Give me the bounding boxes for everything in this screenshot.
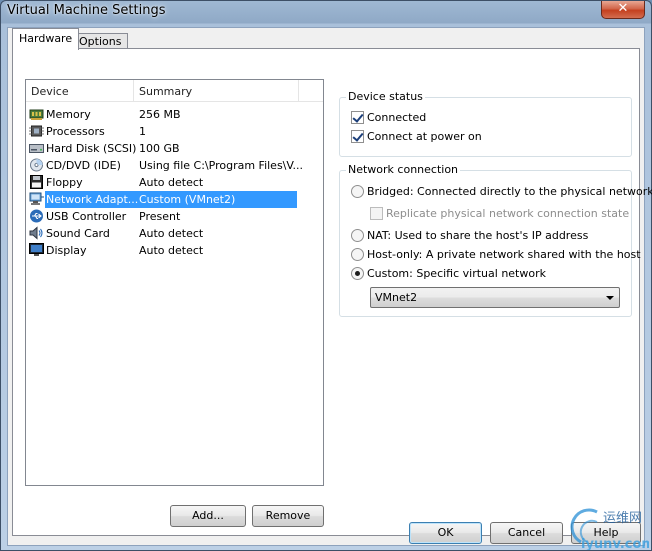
title-bar[interactable]: Virtual Machine Settings ✕ [1,1,651,25]
bridged-label[interactable]: Bridged: Connected directly to the physi… [367,185,652,198]
connected-label[interactable]: Connected [367,111,426,124]
device-name: Display [46,244,87,257]
vm-settings-window: Virtual Machine Settings ✕ Hardware Opti… [0,0,652,551]
close-button[interactable]: ✕ [601,1,645,19]
device-row-processors[interactable]: Processors 1 [26,123,323,140]
bridged-radio[interactable] [351,185,364,198]
site-watermark-logo: 运维网 iyunv.com [570,508,649,550]
dialog-client-area: Hardware Options Device Summary Memory 2… [7,27,652,546]
device-name: Memory [46,108,91,121]
window-title: Virtual Machine Settings [7,3,166,18]
hardware-tab-panel: Device Summary Memory 256 MB Processors … [12,48,652,536]
device-row-floppy[interactable]: Floppy Auto detect [26,174,323,191]
device-status-group: Device status Connected Connect at power… [339,90,632,157]
usb-icon [30,209,43,223]
network-adapter-icon [29,192,44,205]
host-only-radio[interactable] [351,248,364,261]
floppy-icon [30,175,43,189]
add-button[interactable]: Add... [170,505,246,527]
device-summary: 1 [139,125,146,138]
device-summary: 256 MB [139,108,181,121]
device-row-sound-card[interactable]: Sound Card Auto detect [26,225,323,242]
device-list-header: Device Summary [26,80,323,102]
device-name: USB Controller [46,210,127,223]
device-name: Hard Disk (SCSI) [46,142,137,155]
cd-dvd-icon [30,158,43,172]
device-row-network-adapter[interactable]: Network Adapt... Custom (VMnet2) [26,191,323,208]
column-header-summary[interactable]: Summary [134,80,299,102]
device-summary: Auto detect [139,244,204,257]
remove-button[interactable]: Remove [252,505,324,527]
display-icon [29,243,44,256]
replicate-state-checkbox[interactable] [370,207,383,220]
column-header-device[interactable]: Device [26,80,134,102]
watermark-text-cn: 运维网 [603,511,642,526]
device-summary: Custom (VMnet2) [139,193,236,206]
device-row-display[interactable]: Display Auto detect [26,242,323,259]
connect-at-power-on-checkbox[interactable] [351,130,364,143]
device-name: CD/DVD (IDE) [46,159,121,172]
memory-icon [29,109,44,120]
host-only-label[interactable]: Host-only: A private network shared with… [367,248,641,261]
device-summary: Auto detect [139,227,204,240]
watermark-text-en: iyunv.com [581,537,649,550]
tab-hardware[interactable]: Hardware [12,28,80,50]
device-name: Processors [46,125,105,138]
nat-radio[interactable] [351,229,364,242]
device-row-usb-controller[interactable]: USB Controller Present [26,208,323,225]
tab-hardware-label: Hardware [19,32,73,45]
device-name: Network Adapt... [46,193,139,206]
custom-label[interactable]: Custom: Specific virtual network [367,267,546,280]
device-summary: Using file C:\Program Files\V... [139,159,303,172]
replicate-state-label[interactable]: Replicate physical network connection st… [386,207,629,220]
tab-options[interactable]: Options [72,33,129,49]
device-name: Floppy [46,176,83,189]
device-summary: 100 GB [139,142,180,155]
device-list[interactable]: Device Summary Memory 256 MB Processors … [25,79,324,486]
tab-options-label: Options [79,35,122,48]
ok-button[interactable]: OK [409,522,482,544]
cancel-button[interactable]: Cancel [490,522,563,544]
device-name: Sound Card [46,227,110,240]
custom-network-value: VMnet2 [375,291,418,304]
device-summary: Present [139,210,181,223]
connect-at-power-on-label[interactable]: Connect at power on [367,130,482,143]
network-connection-group: Network connection Bridged: Connected di… [339,163,652,317]
device-status-title: Device status [346,90,425,103]
dropdown-arrow-icon [606,296,614,300]
device-summary: Auto detect [139,176,204,189]
device-row-memory[interactable]: Memory 256 MB [26,106,323,123]
connected-checkbox[interactable] [351,111,364,124]
hard-disk-icon [29,144,44,153]
network-connection-title: Network connection [346,163,461,176]
nat-label[interactable]: NAT: Used to share the host's IP address [367,229,588,242]
sound-card-icon [29,226,43,240]
custom-radio[interactable] [351,267,364,280]
device-row-hard-disk[interactable]: Hard Disk (SCSI) 100 GB [26,140,323,157]
device-row-cd-dvd[interactable]: CD/DVD (IDE) Using file C:\Program Files… [26,157,323,174]
custom-network-select[interactable]: VMnet2 [370,287,620,308]
processor-icon [29,125,44,137]
